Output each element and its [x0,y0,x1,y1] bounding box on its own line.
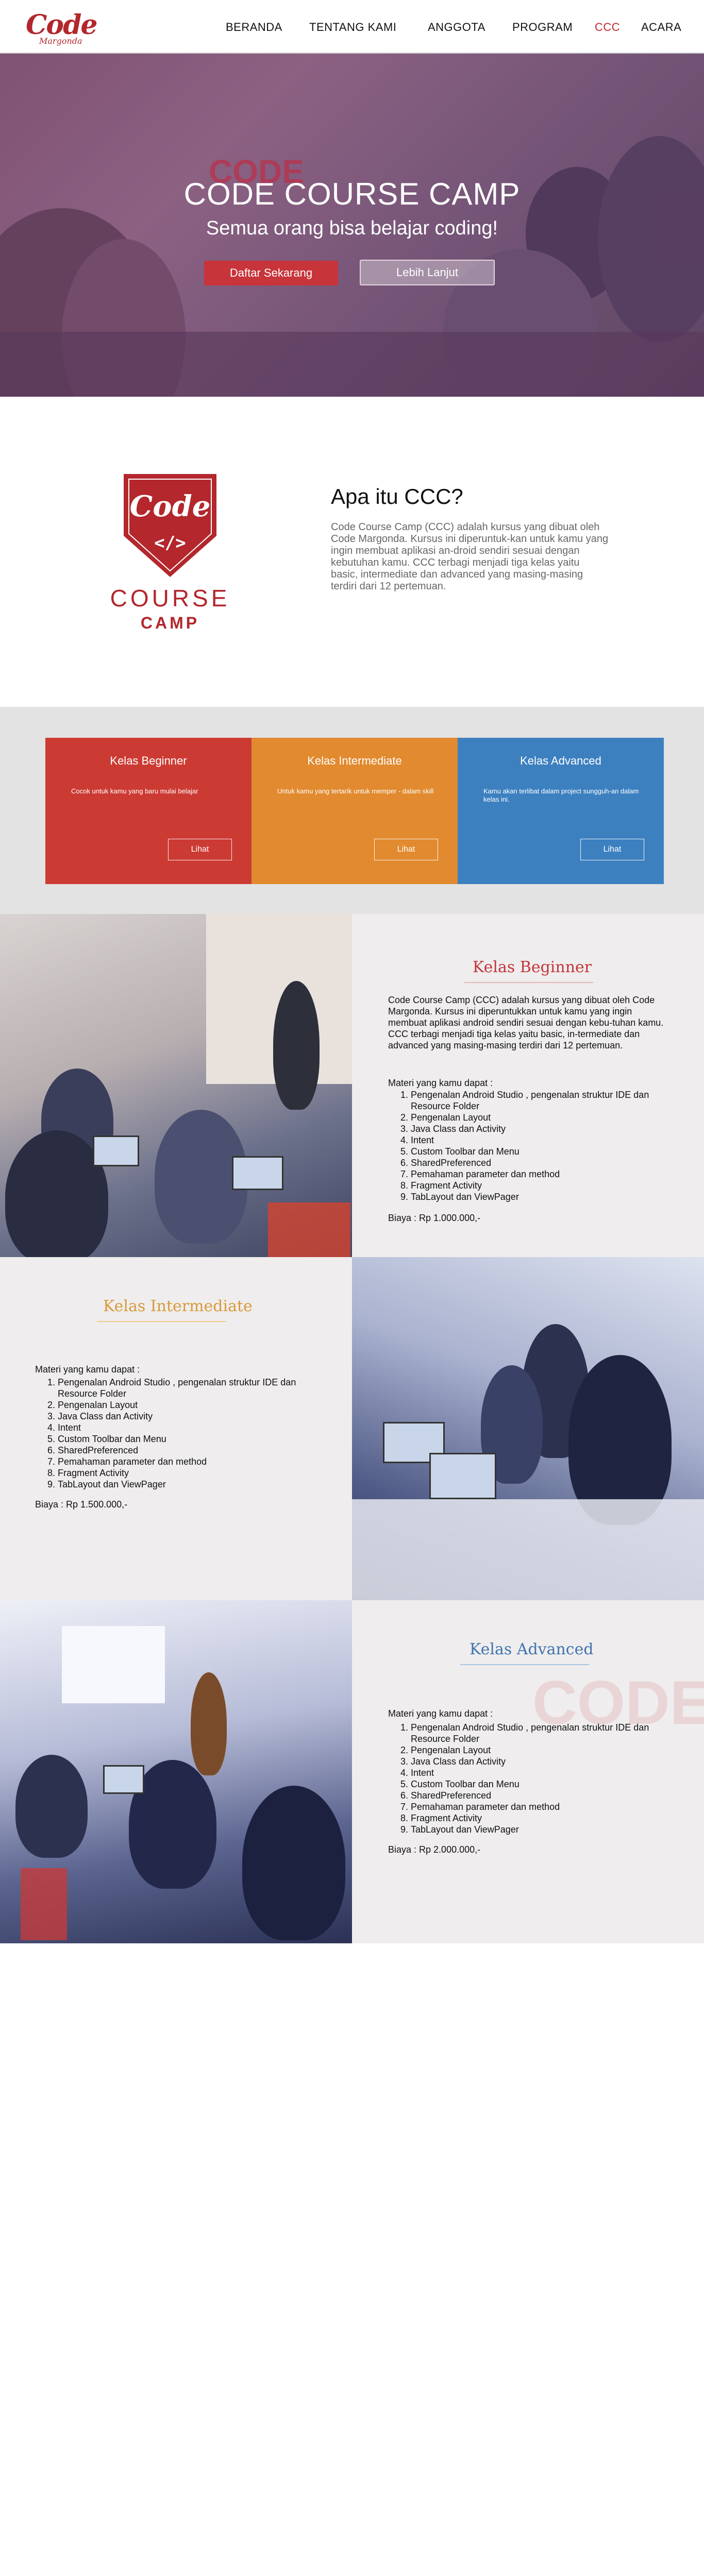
photo-projector-screen [62,1626,165,1703]
materials-item: TabLayout dan ViewPager [411,1824,666,1835]
shield-logo-icon: Code </> COURSE CAMP [110,474,230,632]
beginner-detail-panel: Kelas Beginner Code Course Camp (CCC) ad… [352,914,704,1257]
learn-more-button[interactable]: Lebih Lanjut [360,260,495,285]
intermediate-detail-panel: Kelas Intermediate Materi yang kamu dapa… [0,1257,352,1600]
advanced-detail-panel: CODE Kelas Advanced Materi yang kamu dap… [352,1600,704,1943]
photo-table [352,1499,704,1600]
logo-word: Code [130,489,211,523]
materials-item: Pengenalan Layout [411,1112,666,1123]
beginner-class-photo [0,914,352,1257]
materials-item: Pengenalan Android Studio , pengenalan s… [411,1722,666,1744]
materials-item: TabLayout dan ViewPager [411,1191,666,1202]
materials-item: Fragment Activity [58,1467,313,1479]
card-view-button[interactable]: Lihat [580,839,644,860]
hero-subtitle: Semua orang bisa belajar coding! [206,217,498,239]
materials-item: Fragment Activity [411,1180,666,1191]
card-text: Untuk kamu yang tertarik untuk memper - … [277,787,434,795]
materials-item: TabLayout dan ViewPager [58,1479,313,1490]
materials-item: Custom Toolbar dan Menu [411,1778,666,1790]
card-text: Cocok untuk kamu yang baru mulai belajar [71,787,198,795]
main-menu: BERANDA TENTANG KAMI ANGGOTA PROGRAM CCC… [0,21,704,36]
card-advanced: Kelas Advanced Kamu akan terlibat dalam … [458,738,664,884]
materials-item: Java Class dan Activity [411,1756,666,1767]
hero-title: CODE COURSE CAMP [183,177,521,211]
materials-item: Intent [411,1767,666,1778]
intermediate-materials-list: Pengenalan Android Studio , pengenalan s… [35,1377,313,1490]
card-view-button[interactable]: Lihat [374,839,438,860]
materials-item: Pemahaman parameter dan method [58,1456,313,1467]
beginner-title: Kelas Beginner [473,958,592,976]
materials-item: Java Class dan Activity [58,1411,313,1422]
materials-item: Custom Toolbar dan Menu [58,1433,313,1445]
card-intermediate: Kelas Intermediate Untuk kamu yang terta… [252,738,458,884]
materials-item: Fragment Activity [411,1812,666,1824]
intermediate-class-photo [352,1257,704,1600]
nav-item-ccc[interactable]: CCC [595,21,620,34]
photo-person [242,1786,345,1940]
materials-item: Custom Toolbar dan Menu [411,1146,666,1157]
title-underline [464,982,593,983]
card-title: Kelas Beginner [110,754,187,767]
photo-laptop [103,1765,144,1794]
photo-laptop [93,1136,139,1166]
materials-item: Java Class dan Activity [411,1123,666,1134]
nav-item-acara[interactable]: ACARA [641,21,681,34]
materials-item: SharedPreferenced [411,1790,666,1801]
beginner-materials-lead: Materi yang kamu dapat : [388,1078,493,1088]
register-now-button[interactable]: Daftar Sekarang [204,261,338,285]
nav-item-beranda[interactable]: BERANDA [226,21,282,34]
intermediate-title: Kelas Intermediate [103,1297,253,1315]
logo-symbol: </> [154,533,186,553]
materials-item: Pengenalan Android Studio , pengenalan s… [411,1089,666,1112]
materials-item: SharedPreferenced [411,1157,666,1168]
title-underline [460,1664,589,1665]
advanced-class-photo [0,1600,352,1943]
about-title: Apa itu CCC? [331,484,463,509]
photo-laptop [232,1156,283,1190]
code-course-camp-logo: Code </> COURSE CAMP [100,474,240,634]
photo-person [191,1672,227,1775]
photo-chair [21,1868,67,1940]
nav-item-program[interactable]: PROGRAM [512,21,573,34]
photo-laptop [429,1453,496,1499]
card-title: Kelas Advanced [520,754,601,767]
logo-margonda-text: Margonda [39,36,82,46]
card-text: Kamu akan terlibat dalam project sungguh… [483,787,639,803]
navbar: Code Margonda BERANDA TENTANG KAMI ANGGO… [0,0,704,54]
advanced-materials-lead: Materi yang kamu dapat : [388,1708,493,1719]
materials-item: Pemahaman parameter dan method [411,1168,666,1180]
nav-item-tentang-kami[interactable]: TENTANG KAMI [309,21,396,34]
hero-section: CODE CODE COURSE CAMP Semua orang bisa b… [0,54,704,397]
card-title: Kelas Intermediate [307,754,402,767]
materials-item: SharedPreferenced [58,1445,313,1456]
intermediate-materials-lead: Materi yang kamu dapat : [35,1364,140,1375]
materials-item: Pengenalan Layout [411,1744,666,1756]
photo-chair [268,1202,350,1257]
photo-person [15,1755,88,1858]
photo-person [273,981,320,1110]
logo-camp-text: CAMP [141,614,199,632]
card-view-button[interactable]: Lihat [168,839,232,860]
materials-item: Pengenalan Android Studio , pengenalan s… [58,1377,313,1399]
about-text: Code Course Camp (CCC) adalah kursus yan… [331,521,609,592]
materials-item: Pemahaman parameter dan method [411,1801,666,1812]
title-underline [97,1321,226,1322]
materials-item: Pengenalan Layout [58,1399,313,1411]
class-cards-section: Kelas Beginner Cocok untuk kamu yang bar… [0,707,704,918]
advanced-materials-list: Pengenalan Android Studio , pengenalan s… [388,1722,666,1835]
card-beginner: Kelas Beginner Cocok untuk kamu yang bar… [45,738,252,884]
logo-course-text: COURSE [110,585,230,612]
nav-item-anggota[interactable]: ANGGOTA [428,21,485,34]
advanced-title: Kelas Advanced [470,1640,594,1658]
beginner-price: Biaya : Rp 1.000.000,- [388,1213,481,1223]
beginner-materials-list: Pengenalan Android Studio , pengenalan s… [388,1089,666,1202]
beginner-description: Code Course Camp (CCC) adalah kursus yan… [388,995,664,1050]
advanced-price: Biaya : Rp 2.000.000,- [388,1844,481,1855]
materials-item: Intent [411,1134,666,1146]
intermediate-price: Biaya : Rp 1.500.000,- [35,1499,128,1510]
materials-item: Intent [58,1422,313,1433]
